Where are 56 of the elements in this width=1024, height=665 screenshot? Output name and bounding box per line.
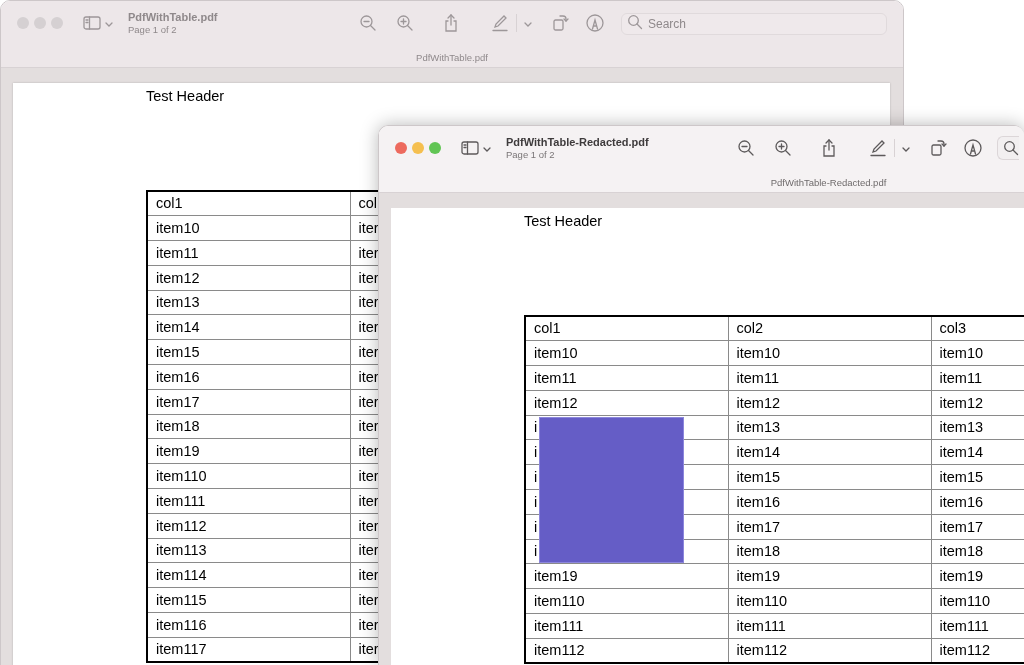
table-cell: item110 (147, 463, 350, 489)
table-cell: item10 (525, 340, 728, 366)
table-cell: item11 (728, 365, 931, 391)
table-cell: item111 (728, 613, 931, 639)
table-cell: item14 (147, 315, 350, 340)
table-cell: item11 (525, 365, 728, 391)
table-header-cell: col2 (728, 316, 931, 341)
page-indicator: Page 1 of 2 (506, 148, 556, 161)
table-cell: item12 (525, 390, 728, 416)
markup-icon[interactable] (963, 138, 983, 158)
table-cell: item15 (147, 339, 350, 365)
sidebar-icon[interactable] (460, 138, 480, 158)
search-icon (627, 14, 643, 30)
table-cell: item11 (147, 240, 350, 266)
table-cell: item18 (147, 414, 350, 439)
table-cell: item19 (147, 438, 350, 464)
table-cell: item112 (147, 513, 350, 539)
table-cell: item13 (147, 290, 350, 315)
table-cell: item10 (147, 215, 350, 241)
table-cell: item16 (728, 489, 931, 515)
search-icon (1003, 140, 1019, 156)
table-cell: item10 (728, 340, 931, 366)
table-cell: item19 (728, 563, 931, 589)
table-cell: item110 (525, 588, 728, 614)
zoom-button[interactable] (429, 142, 441, 154)
window-title: PdfWithTable-Redacted.pdf (506, 135, 650, 149)
table-cell: item116 (147, 612, 350, 638)
zoom-in-icon[interactable] (773, 138, 793, 158)
table-cell: item110 (728, 588, 931, 614)
table-cell: item16 (147, 364, 350, 390)
table-header-cell: col1 (147, 191, 350, 216)
table-cell: item18 (728, 539, 931, 564)
table-cell: item17 (728, 514, 931, 540)
pencil-icon[interactable] (868, 138, 888, 158)
table-cell: item15 (728, 464, 931, 490)
table-cell: item114 (147, 562, 350, 588)
table-cell: item111 (147, 488, 350, 514)
table-cell: item12 (147, 265, 350, 291)
zoom-out-icon[interactable] (736, 138, 756, 158)
document-title: PdfWithTable-Redacted.pdf (769, 176, 888, 190)
table-cell: item113 (147, 538, 350, 563)
minimize-button[interactable] (412, 142, 424, 154)
table-cell: item14 (728, 440, 931, 465)
table-header-cell: col1 (525, 316, 728, 341)
table-cell: item115 (147, 587, 350, 613)
page-indicator: Page 1 of 2 (128, 23, 178, 36)
window-title: PdfWithTable.pdf (128, 10, 219, 24)
table-cell: item111 (525, 613, 728, 639)
document-header: Test Header (146, 87, 226, 105)
document-title: PdfWithTable.pdf (415, 51, 489, 65)
table-cell: item13 (728, 415, 931, 440)
table-cell: item12 (728, 390, 931, 416)
rotate-icon[interactable] (928, 138, 948, 158)
search-button[interactable] (997, 136, 1019, 160)
table-cell: item17 (147, 389, 350, 415)
close-button[interactable] (395, 142, 407, 154)
